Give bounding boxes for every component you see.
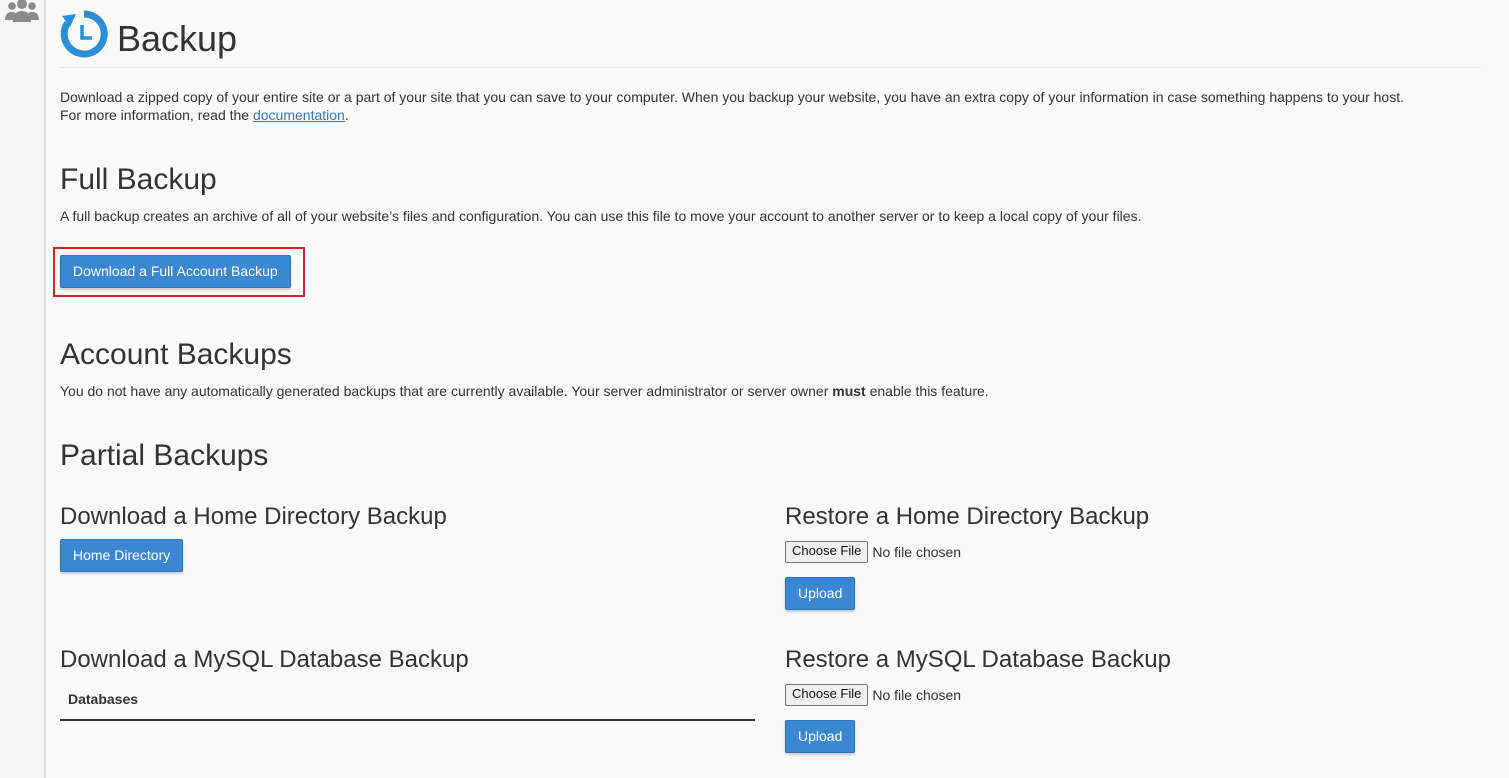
mysql-choose-file-button[interactable]: Choose File — [785, 684, 869, 707]
home-download-heading: Download a Home Directory Backup — [60, 503, 447, 530]
backup-clock-icon — [60, 10, 108, 63]
intro-text: Download a zipped copy of your entire si… — [60, 88, 1500, 124]
mysql-restore-file-input: Choose File No file chosen — [785, 683, 962, 707]
home-file-status: No file chosen — [872, 544, 962, 561]
home-restore-heading: Restore a Home Directory Backup — [785, 503, 1150, 530]
page-title: Backup — [117, 18, 238, 59]
home-restore-file-input: Choose File No file chosen — [785, 540, 962, 564]
home-upload-button[interactable]: Upload — [785, 577, 856, 610]
account-backups-desc-before: You do not have any automatically genera… — [60, 383, 833, 399]
full-backup-heading: Full Backup — [60, 163, 217, 196]
account-backups-desc-bold: must — [832, 383, 866, 399]
full-backup-description: A full backup creates an archive of all … — [60, 208, 1142, 224]
account-backups-description: You do not have any automatically genera… — [60, 382, 989, 400]
users-icon[interactable] — [4, 0, 40, 29]
partial-backups-heading: Partial Backups — [60, 439, 269, 472]
download-full-backup-button[interactable]: Download a Full Account Backup — [60, 255, 291, 288]
sidebar — [0, 0, 46, 778]
intro-more: For more information, read the — [60, 107, 253, 123]
home-choose-file-button[interactable]: Choose File — [785, 541, 869, 564]
mysql-file-status: No file chosen — [872, 687, 962, 704]
page-header: Backup — [60, 10, 1481, 68]
mysql-restore-heading: Restore a MySQL Database Backup — [785, 646, 1171, 673]
databases-column-header: Databases — [68, 691, 139, 707]
account-backups-desc-after: enable this feature. — [865, 383, 989, 399]
documentation-link[interactable]: documentation — [253, 107, 345, 123]
home-directory-button[interactable]: Home Directory — [60, 539, 184, 572]
mysql-download-heading: Download a MySQL Database Backup — [60, 646, 469, 673]
intro-end: . — [344, 107, 349, 123]
mysql-upload-button[interactable]: Upload — [785, 720, 856, 753]
account-backups-heading: Account Backups — [60, 338, 292, 371]
databases-table: Databases — [60, 686, 755, 721]
intro-sentence: Download a zipped copy of your entire si… — [60, 89, 1404, 105]
